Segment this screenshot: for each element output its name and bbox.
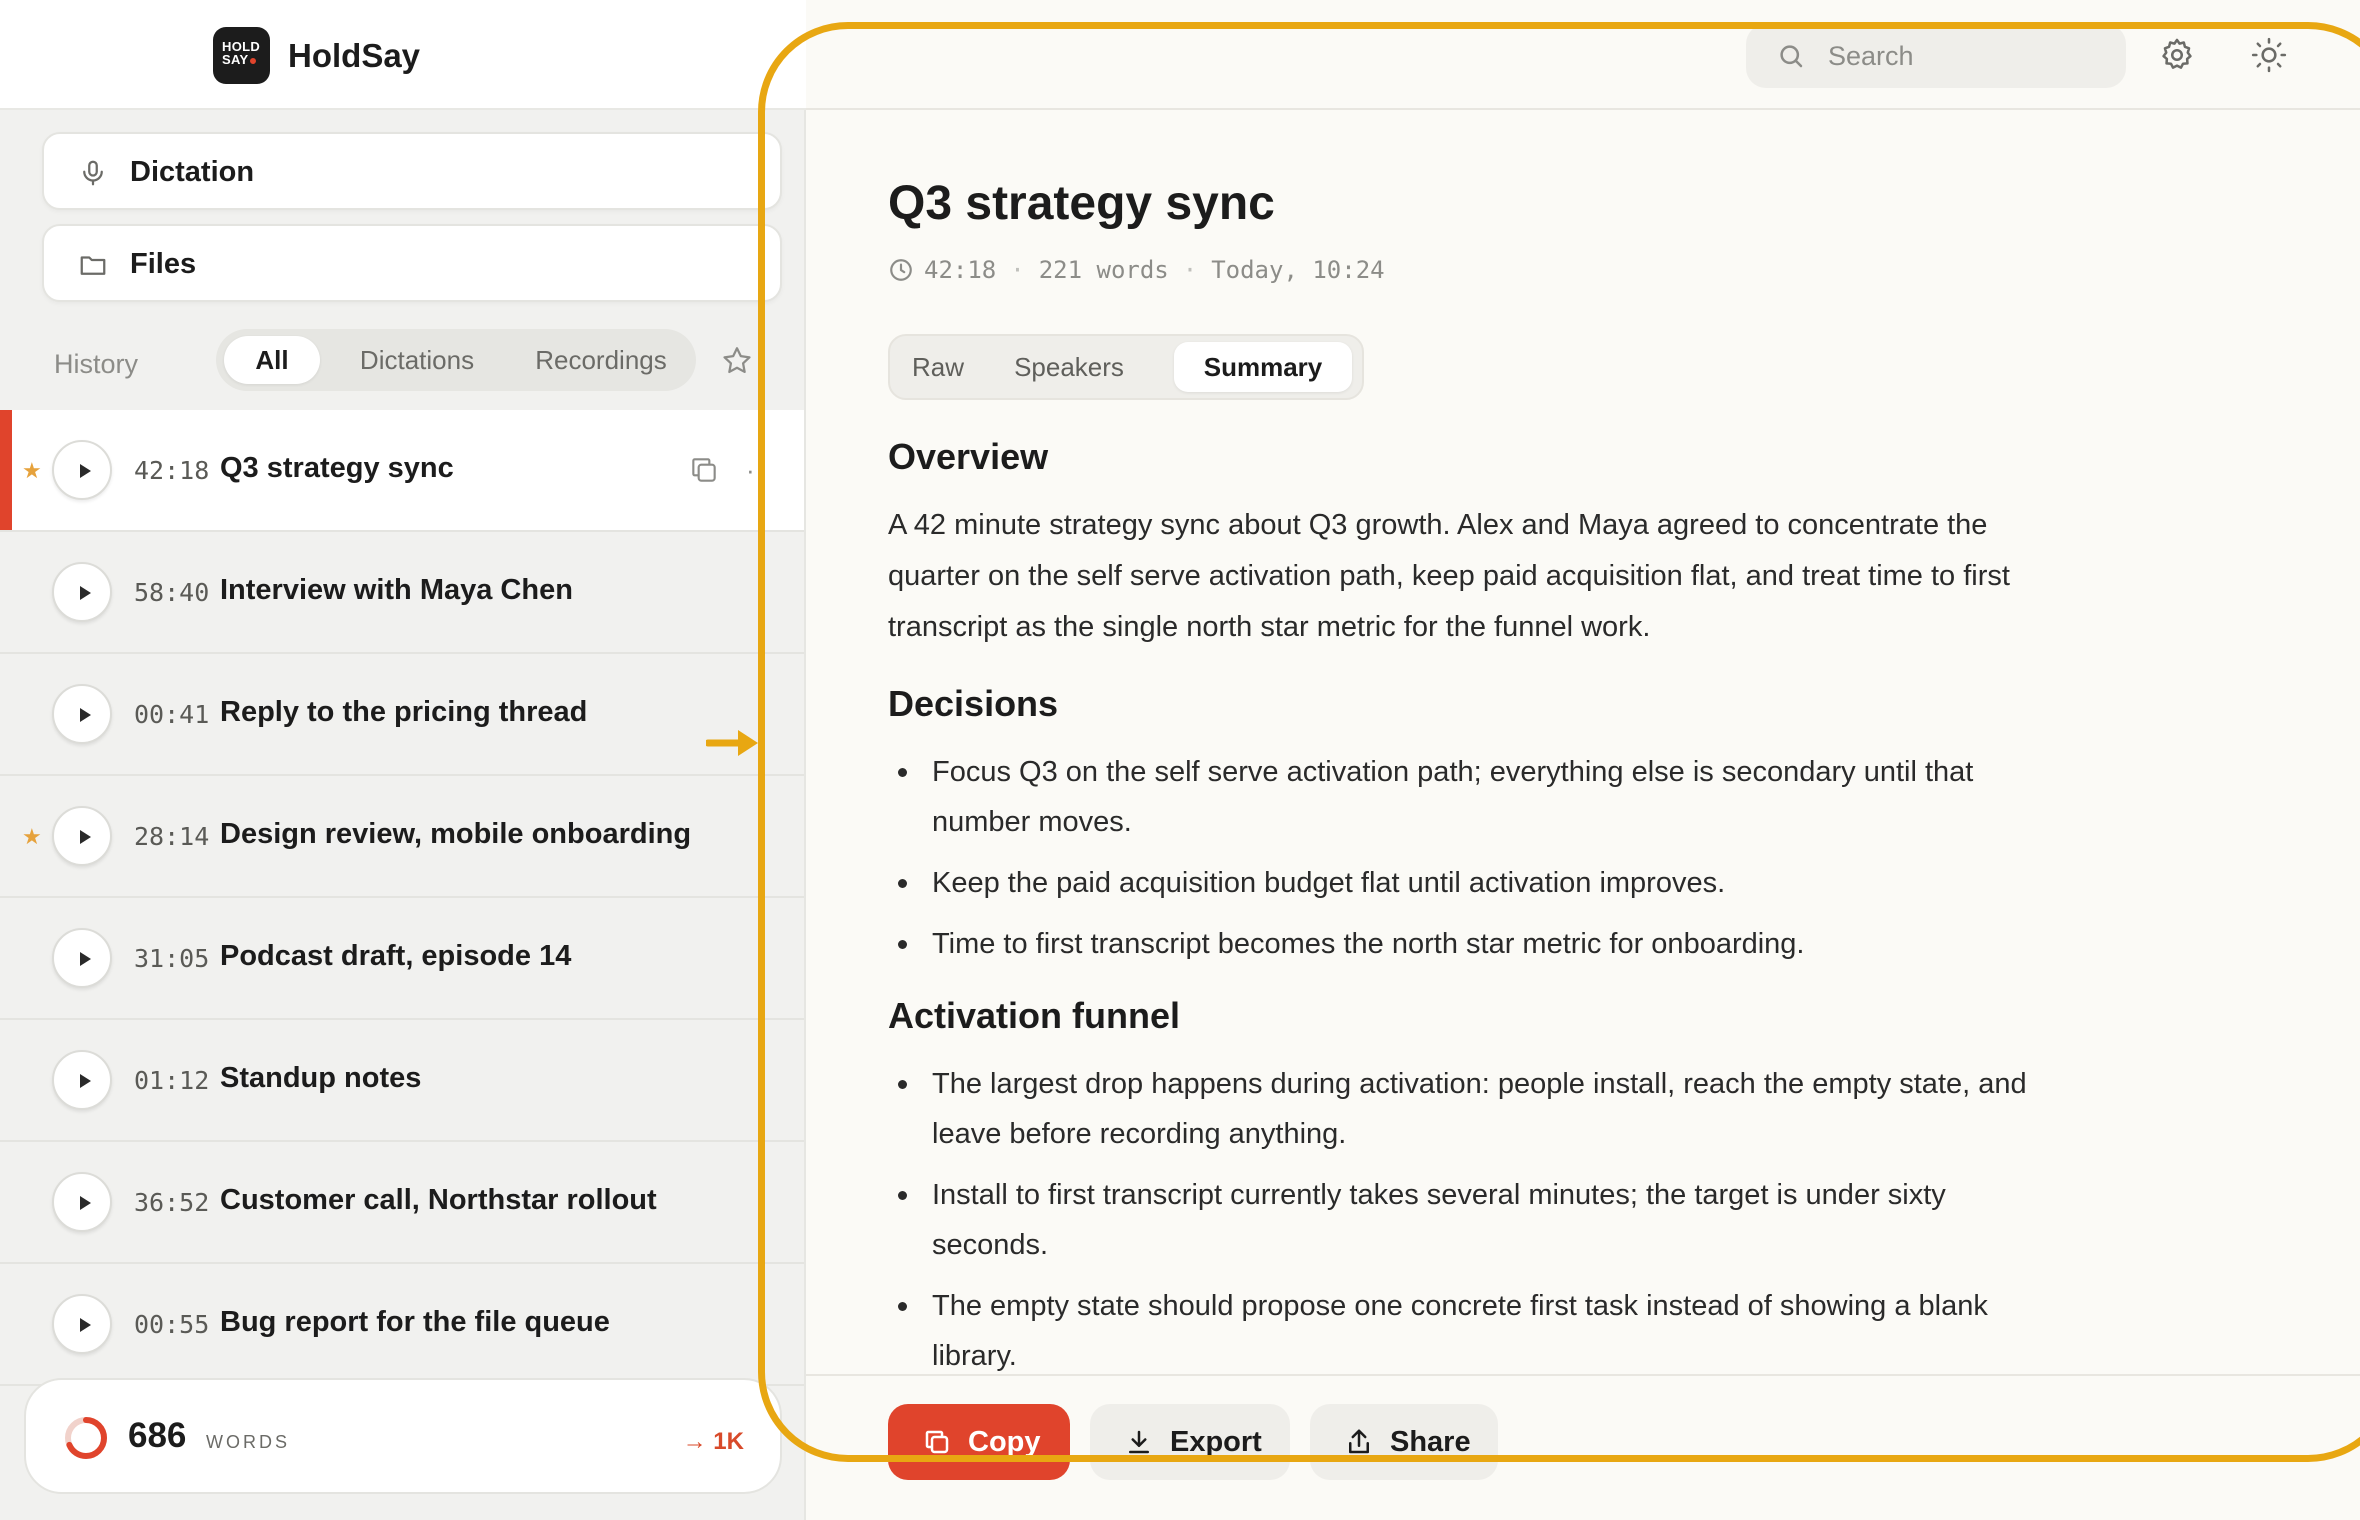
play-button[interactable] bbox=[52, 928, 112, 988]
microphone-icon bbox=[83, 160, 103, 186]
sun-icon[interactable] bbox=[2250, 36, 2288, 74]
list-item: Time to first transcript becomes the nor… bbox=[888, 919, 2068, 969]
item-title: Reply to the pricing thread bbox=[220, 696, 588, 728]
tab-speakers[interactable]: Speakers bbox=[982, 342, 1156, 392]
play-button[interactable] bbox=[52, 440, 112, 500]
search-input[interactable] bbox=[1828, 36, 2108, 76]
copy-icon[interactable] bbox=[688, 454, 720, 486]
document-title: Q3 strategy sync bbox=[888, 177, 1275, 230]
tab-summary[interactable]: Summary bbox=[1174, 342, 1352, 392]
history-item[interactable]: ★ 42:18 Q3 strategy sync ·· bbox=[0, 410, 804, 532]
word-goal: → 1K bbox=[682, 1428, 744, 1455]
nav-files-label: Files bbox=[130, 248, 197, 280]
folder-icon bbox=[80, 256, 106, 275]
history-item[interactable]: 31:05 Podcast draft, episode 14 bbox=[0, 898, 804, 1020]
arrow-right-icon bbox=[706, 730, 758, 756]
play-button[interactable] bbox=[52, 1172, 112, 1232]
star-filled-icon: ★ bbox=[22, 458, 42, 483]
main-panel: Q3 strategy sync 42:18·221 words·Today, … bbox=[806, 0, 2360, 1520]
star-filled-icon: ★ bbox=[22, 824, 42, 849]
item-title: Design review, mobile onboarding bbox=[220, 818, 692, 850]
history-item[interactable]: 36:52 Customer call, Northstar rollout bbox=[0, 1142, 804, 1264]
play-button[interactable] bbox=[52, 806, 112, 866]
search-box[interactable] bbox=[1746, 24, 2126, 88]
history-item[interactable]: 00:55 Bug report for the file queue bbox=[0, 1264, 804, 1386]
item-title: Podcast draft, episode 14 bbox=[220, 940, 572, 972]
item-title: Standup notes bbox=[220, 1062, 422, 1094]
download-icon bbox=[1129, 1430, 1149, 1454]
play-button[interactable] bbox=[52, 562, 112, 622]
sidebar: HOLD SAY HoldSay Dictation Files History… bbox=[0, 0, 806, 1520]
share-button[interactable]: Share bbox=[1310, 1404, 1498, 1480]
overview-text: A 42 minute strategy sync about Q3 growt… bbox=[888, 509, 2010, 643]
funnel-list: The largest drop happens during activati… bbox=[888, 1059, 2068, 1376]
item-duration: 42:18 bbox=[134, 456, 210, 485]
item-title: Bug report for the file queue bbox=[220, 1306, 610, 1338]
document-duration: 42:18 bbox=[924, 256, 997, 284]
tab-raw[interactable]: Raw bbox=[898, 342, 978, 392]
export-label: Export bbox=[1170, 1426, 1262, 1458]
more-icon[interactable]: ·· bbox=[746, 457, 767, 483]
nav-dictation-label: Dictation bbox=[130, 156, 255, 188]
document-meta: 42:18 · 221 words · Today, 10:24 bbox=[888, 256, 1385, 284]
document-word-count: 221 words bbox=[1038, 256, 1169, 284]
action-bar: Copy Export Share bbox=[806, 1374, 2360, 1520]
play-button[interactable] bbox=[52, 684, 112, 744]
history-item[interactable]: 00:41 Reply to the pricing thread bbox=[0, 654, 804, 776]
copy-button[interactable]: Copy bbox=[888, 1404, 1070, 1480]
list-item: The largest drop happens during activati… bbox=[888, 1059, 2068, 1159]
gear-icon[interactable] bbox=[2158, 36, 2196, 74]
item-duration: 31:05 bbox=[134, 944, 210, 973]
decisions-list: Focus Q3 on the self serve activation pa… bbox=[888, 747, 2068, 969]
history-item[interactable]: 01:12 Standup notes bbox=[0, 1020, 804, 1142]
copy-label: Copy bbox=[968, 1426, 1041, 1458]
star-outline-icon[interactable] bbox=[720, 344, 754, 378]
nav-dictation[interactable]: Dictation bbox=[42, 132, 782, 210]
share-label: Share bbox=[1390, 1426, 1471, 1458]
history-item[interactable]: 58:40 Interview with Maya Chen bbox=[0, 532, 804, 654]
list-item: Install to first transcript currently ta… bbox=[888, 1170, 2068, 1270]
item-title: Q3 strategy sync bbox=[220, 452, 454, 484]
export-button[interactable]: Export bbox=[1090, 1404, 1290, 1480]
play-button[interactable] bbox=[52, 1294, 112, 1354]
filter-recordings[interactable]: Recordings bbox=[514, 336, 688, 384]
share-icon bbox=[1349, 1429, 1369, 1454]
filter-dictations[interactable]: Dictations bbox=[330, 336, 504, 384]
top-bar bbox=[806, 0, 2360, 110]
brand-header: HOLD SAY HoldSay bbox=[0, 0, 806, 110]
word-counter: 686 WORDS → 1K bbox=[24, 1378, 782, 1494]
item-duration: 36:52 bbox=[134, 1188, 210, 1217]
list-item: The empty state should propose one concr… bbox=[888, 1281, 2068, 1376]
nav-files[interactable]: Files bbox=[42, 224, 782, 302]
summary-content: Overview A 42 minute strategy sync about… bbox=[888, 436, 2068, 1376]
section-heading-decisions: Decisions bbox=[888, 683, 1059, 724]
item-duration: 01:12 bbox=[134, 1066, 210, 1095]
list-item: Focus Q3 on the self serve activation pa… bbox=[888, 747, 2068, 847]
history-item[interactable]: ★ 28:14 Design review, mobile onboarding bbox=[0, 776, 804, 898]
app-name: HoldSay bbox=[288, 37, 421, 74]
history-label: History bbox=[54, 349, 139, 379]
search-icon bbox=[1780, 45, 1803, 68]
view-tabs: Raw Speakers Summary bbox=[888, 334, 1364, 400]
section-heading-overview: Overview bbox=[888, 436, 1049, 477]
item-duration: 00:41 bbox=[134, 700, 210, 729]
document-timestamp: Today, 10:24 bbox=[1211, 256, 1385, 284]
item-duration: 58:40 bbox=[134, 578, 210, 607]
item-title: Interview with Maya Chen bbox=[220, 574, 573, 606]
play-button[interactable] bbox=[52, 1050, 112, 1110]
item-duration: 28:14 bbox=[134, 822, 210, 851]
clock-icon bbox=[890, 259, 912, 281]
history-filter: All Dictations Recordings bbox=[216, 329, 696, 391]
item-duration: 00:55 bbox=[134, 1310, 210, 1339]
app-logo: HOLD SAY bbox=[213, 27, 270, 84]
item-title: Customer call, Northstar rollout bbox=[220, 1184, 657, 1216]
section-heading-funnel: Activation funnel bbox=[888, 995, 1181, 1036]
filter-all[interactable]: All bbox=[224, 336, 320, 384]
progress-ring bbox=[65, 1417, 107, 1459]
list-item: Keep the paid acquisition budget flat un… bbox=[888, 858, 2068, 908]
copy-icon bbox=[925, 1430, 949, 1454]
word-count: 686 bbox=[128, 1416, 187, 1455]
word-count-label: WORDS bbox=[206, 1432, 290, 1452]
